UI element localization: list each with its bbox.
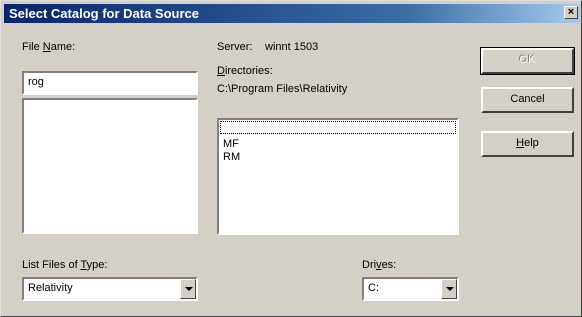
help-button[interactable]: Help — [481, 131, 574, 157]
close-button[interactable]: × — [564, 6, 578, 19]
cancel-button[interactable]: Cancel — [481, 87, 574, 113]
help-button-mnemonic: H — [516, 137, 525, 149]
window-title: Select Catalog for Data Source — [9, 6, 199, 21]
list-files-of-type-select[interactable]: Relativity — [22, 277, 198, 301]
file-name-label: File Name: — [22, 41, 75, 53]
file-name-label-mnemonic: N — [42, 41, 51, 53]
list-files-of-type-value: Relativity — [28, 282, 73, 294]
close-icon: × — [567, 6, 575, 18]
dialog-window: Select Catalog for Data Source × File Na… — [0, 0, 582, 317]
directory-item-rm[interactable]: RM — [223, 151, 240, 163]
ok-button[interactable]: OK — [480, 47, 575, 75]
file-name-input[interactable]: rog — [22, 71, 198, 95]
directory-list-focus-row[interactable] — [220, 121, 456, 134]
drives-label: Drives: — [362, 259, 396, 271]
directories-label-mnemonic: D — [217, 65, 225, 77]
drives-value: C: — [368, 282, 379, 294]
current-directory-path: C:\Program Files\Relativity — [217, 83, 348, 95]
chevron-down-icon[interactable] — [180, 279, 196, 299]
drives-label-suffix: es: — [381, 259, 397, 271]
list-files-of-type-label: List Files of Type: — [22, 259, 107, 271]
file-name-label-suffix: ame: — [50, 41, 76, 53]
directory-list[interactable]: MF RM — [217, 118, 459, 235]
server-label: Server: — [217, 41, 253, 53]
drives-select[interactable]: C: — [362, 277, 459, 301]
chevron-down-icon[interactable] — [441, 279, 457, 299]
list-files-of-type-suffix: ype: — [86, 259, 108, 271]
server-value: winnt 1503 — [265, 41, 319, 53]
list-files-of-type-prefix: List Files of — [22, 259, 81, 271]
file-name-value: rog — [28, 76, 44, 88]
drives-label-prefix: Dri — [362, 259, 377, 271]
title-bar[interactable]: Select Catalog for Data Source × — [4, 4, 580, 23]
file-name-label-prefix: File — [22, 41, 43, 53]
directories-label: Directories: — [217, 65, 273, 77]
directories-label-suffix: irectories: — [224, 65, 273, 77]
help-button-suffix: elp — [524, 137, 539, 149]
file-list[interactable] — [22, 98, 198, 234]
directory-item-mf[interactable]: MF — [223, 138, 239, 150]
